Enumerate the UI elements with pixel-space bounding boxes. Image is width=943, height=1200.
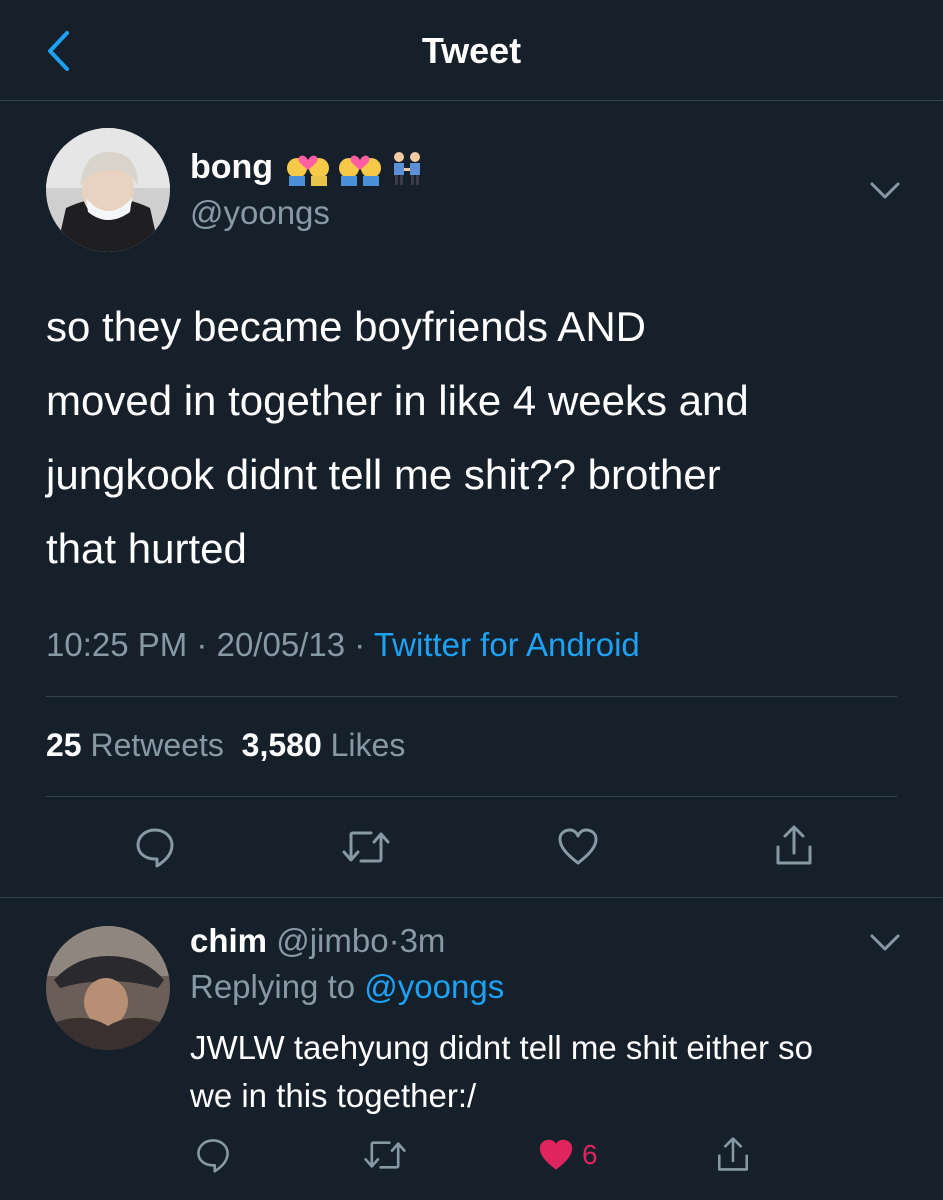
tweet-meta: 10:25 PM · 20/05/13 · Twitter for Androi… <box>46 626 640 664</box>
chevron-down-icon[interactable] <box>868 180 902 202</box>
divider <box>46 796 897 797</box>
heart-filled-icon <box>539 1139 573 1170</box>
author-avatar[interactable] <box>46 128 170 252</box>
like-button[interactable] <box>550 822 606 872</box>
retweet-icon <box>364 1141 406 1169</box>
two-men-holding-hands-emoji-icon <box>394 151 421 185</box>
replying-to: Replying to @yoongs <box>190 968 504 1006</box>
reply-author-name[interactable]: chim <box>190 922 267 959</box>
reply-header: chim @jimbo·3m <box>190 922 445 960</box>
likes-stat[interactable]: 3,580 Likes <box>242 727 406 763</box>
author-handle[interactable]: @yoongs <box>190 194 330 232</box>
top-bar: Tweet <box>0 0 943 101</box>
couple-with-heart-emoji-icon-2 <box>339 155 382 186</box>
meta-separator: · <box>354 626 366 663</box>
share-icon <box>776 825 812 865</box>
reply-icon <box>136 828 174 868</box>
share-button[interactable] <box>766 820 822 870</box>
reply-text: JWLW taehyung didnt tell me shit either … <box>190 1029 814 1114</box>
tweet-stats: 25 Retweets 3,580 Likes <box>46 727 405 764</box>
retweet-icon <box>342 831 390 863</box>
divider <box>0 897 943 898</box>
heart-icon <box>558 828 598 865</box>
reply-chevron-down-icon[interactable] <box>868 932 902 954</box>
divider <box>46 696 897 697</box>
tweet-time: 10:25 PM <box>46 626 188 663</box>
retweet-count: 25 <box>46 727 82 763</box>
couple-with-heart-emoji-icon <box>287 155 330 186</box>
reply-time: 3m <box>399 922 446 959</box>
author-name-text: bong <box>190 148 274 186</box>
tweet-text: so they became boyfriends AND moved in t… <box>46 303 749 572</box>
retweets-stat[interactable]: 25 Retweets <box>46 727 224 763</box>
reply-button[interactable] <box>127 822 183 872</box>
reply-share-button[interactable] <box>712 1132 754 1176</box>
author-display-name[interactable]: bong <box>190 148 427 187</box>
replying-to-prefix: Replying to <box>190 968 356 1005</box>
reply-retweet-button[interactable] <box>360 1134 410 1176</box>
retweets-label: Retweets <box>90 727 224 763</box>
page-title: Tweet <box>421 30 522 71</box>
meta-separator: · <box>196 626 208 663</box>
reply-like-button[interactable]: 6 <box>538 1134 618 1176</box>
reply-author-handle[interactable]: @jimbo <box>276 922 388 959</box>
name-emojis <box>283 150 427 186</box>
likes-label: Likes <box>330 727 406 763</box>
tweet-source-link[interactable]: Twitter for Android <box>374 626 640 663</box>
reply-icon <box>197 1139 229 1173</box>
replying-to-mention[interactable]: @yoongs <box>364 968 504 1005</box>
tweet-date: 20/05/13 <box>216 626 346 663</box>
reply-like-count: 6 <box>582 1139 598 1170</box>
reply-reply-button[interactable] <box>190 1134 236 1176</box>
reply-separator: · <box>388 922 400 959</box>
share-icon <box>718 1137 748 1171</box>
like-count: 3,580 <box>241 727 322 763</box>
reply-author-avatar[interactable] <box>46 926 170 1050</box>
retweet-button[interactable] <box>338 822 394 872</box>
